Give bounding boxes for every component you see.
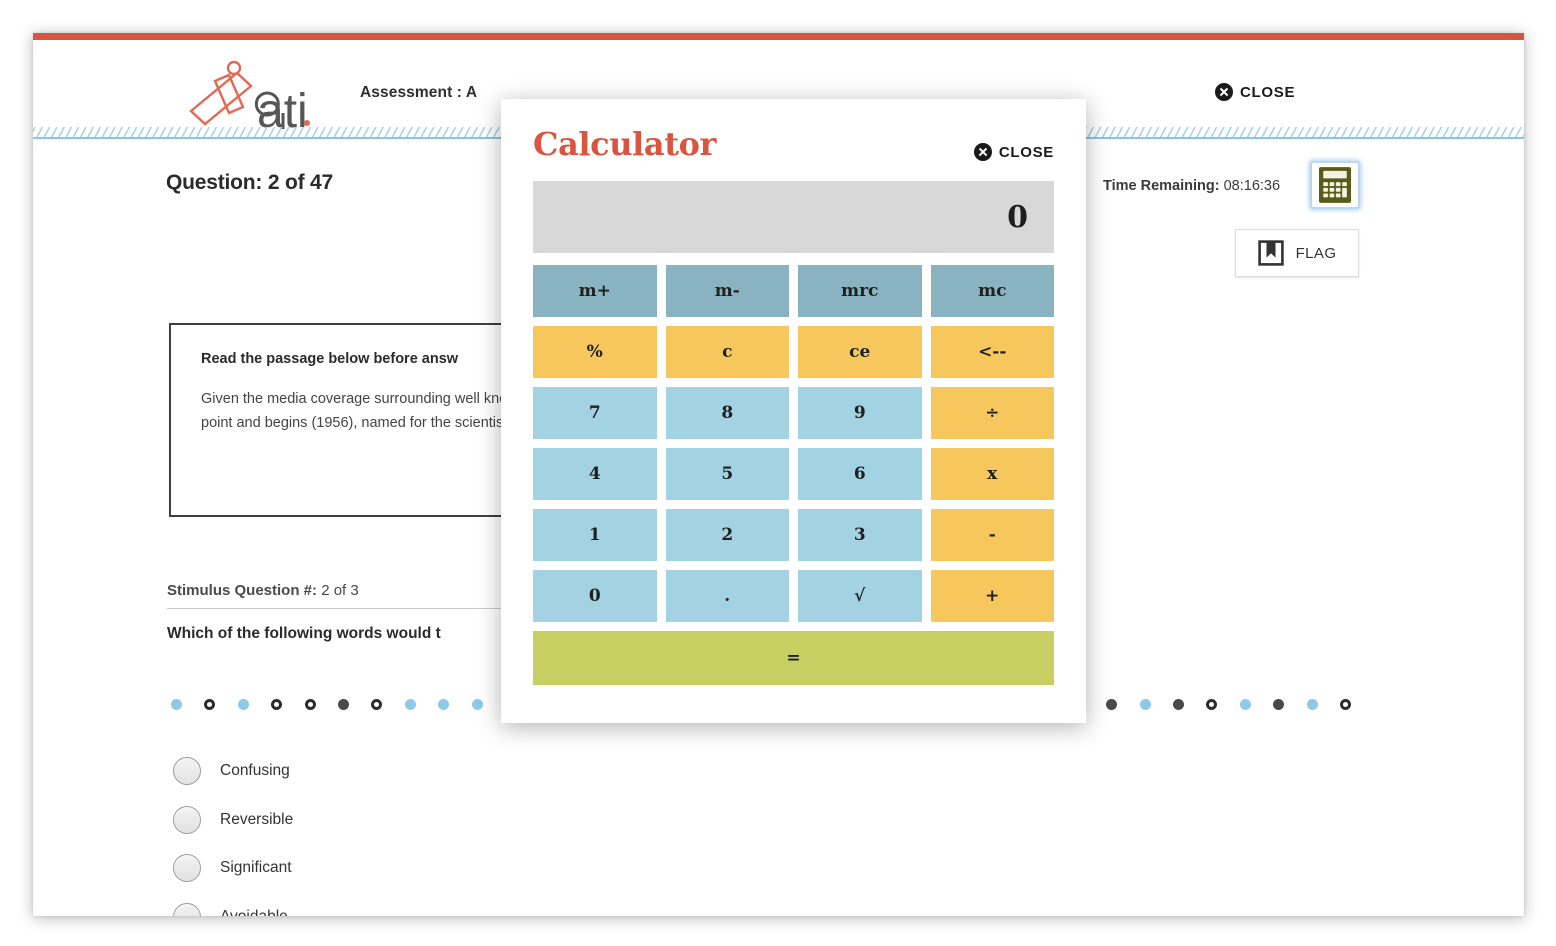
calc-key-+[interactable]: +	[930, 570, 1054, 622]
radio-button[interactable]	[173, 805, 201, 834]
calc-key-ce[interactable]: ce	[798, 326, 922, 378]
calculator-title: Calculator	[533, 125, 716, 163]
calc-key-[interactable]: ÷	[930, 387, 1054, 439]
nav-dot-35[interactable]	[1306, 699, 1318, 710]
calculator-modal: Calculator CLOSE 0 m+ m-mrc mc% c ce <-- 7 8 9 ÷ 4…	[501, 99, 1086, 723]
header-close-label: CLOSE	[1240, 83, 1296, 101]
top-accent-bar	[33, 33, 1524, 40]
stimulus-label: Stimulus Question #:	[167, 582, 318, 599]
calculator-keypad: m+ m-mrc mc% c ce <-- 7 8 9 ÷ 4 5 6 x 1 2 3- 0. √ + =	[533, 265, 1054, 685]
calc-key-7[interactable]: 7	[533, 387, 657, 439]
calculator-close-label: CLOSE	[998, 143, 1054, 161]
calc-key-[interactable]: √	[798, 570, 922, 622]
nav-dot-9[interactable]	[438, 699, 450, 710]
answer-label: Reversible	[220, 810, 294, 828]
calculator-close-button[interactable]: CLOSE	[973, 143, 1054, 161]
flag-button[interactable]: FLAG	[1235, 229, 1359, 277]
radio-button[interactable]	[173, 902, 201, 916]
nav-dot-33[interactable]	[1239, 699, 1251, 710]
ati-logo: ati	[185, 55, 315, 138]
answer-label: Confusing	[220, 762, 290, 780]
answer-option-3[interactable]: Significant	[173, 844, 693, 893]
answer-label: Avoidable	[220, 908, 288, 916]
calc-key-9[interactable]: 9	[798, 387, 922, 439]
question-prompt: Which of the following words would t	[167, 625, 441, 642]
assessment-page: ati Assessment : A CLOSE Question: 2 of …	[33, 33, 1524, 916]
radio-button[interactable]	[173, 854, 201, 883]
calc-key-0[interactable]: 0	[533, 570, 657, 622]
calculator-icon	[1319, 167, 1351, 203]
radio-button[interactable]	[173, 757, 201, 786]
calculator-tool-button[interactable]	[1310, 161, 1360, 209]
nav-dot-32[interactable]	[1206, 699, 1218, 710]
calc-key-1[interactable]: 1	[533, 509, 657, 561]
answer-label: Significant	[220, 859, 292, 877]
calc-key-3[interactable]: 3	[798, 509, 922, 561]
time-remaining-value: 08:16:36	[1223, 178, 1281, 194]
calc-key-[interactable]: =	[533, 631, 1054, 685]
bookmark-flag-icon	[1257, 240, 1284, 266]
stimulus-value: 2 of 3	[321, 582, 359, 599]
close-icon	[973, 143, 992, 161]
nav-dot-3[interactable]	[237, 699, 249, 710]
answer-option-2[interactable]: Reversible	[173, 796, 693, 845]
calc-key-c[interactable]: c	[665, 326, 789, 378]
answer-option-4[interactable]: Avoidable	[173, 893, 693, 916]
nav-dot-6[interactable]	[338, 699, 349, 710]
calc-key-m-[interactable]: m-	[665, 265, 789, 317]
nav-dot-2[interactable]	[204, 699, 216, 710]
nav-dot-34[interactable]	[1273, 699, 1285, 710]
header-close-button[interactable]: CLOSE	[1215, 83, 1295, 101]
time-remaining: Time Remaining: 08:16:36	[1103, 178, 1280, 194]
calc-key-[interactable]: %	[533, 326, 657, 378]
nav-dot-30[interactable]	[1139, 699, 1151, 710]
calc-key-m+[interactable]: m+	[533, 265, 657, 317]
nav-dot-10[interactable]	[471, 699, 483, 710]
nav-dot-31[interactable]	[1173, 699, 1184, 710]
answer-option-1[interactable]: Confusing	[173, 747, 693, 796]
time-remaining-label: Time Remaining:	[1103, 178, 1220, 194]
nav-dot-36[interactable]	[1340, 699, 1351, 710]
nav-dot-1[interactable]	[171, 699, 182, 710]
nav-dot-8[interactable]	[404, 699, 416, 710]
calc-key-5[interactable]: 5	[665, 448, 789, 500]
nav-dot-5[interactable]	[304, 699, 316, 710]
question-counter: Question: 2 of 47	[166, 171, 333, 194]
calc-key---[interactable]: <--	[930, 326, 1054, 378]
calc-key-2[interactable]: 2	[665, 509, 789, 561]
answer-options-list: Confusing Reversible Significant Avoidable	[173, 747, 693, 916]
calc-key-4[interactable]: 4	[533, 448, 657, 500]
flag-label: FLAG	[1295, 244, 1337, 262]
calc-key--[interactable]: -	[930, 509, 1054, 561]
calc-key-x[interactable]: x	[930, 448, 1054, 500]
calc-key-8[interactable]: 8	[665, 387, 789, 439]
nav-dot-7[interactable]	[371, 699, 383, 710]
calc-key-[interactable]: .	[665, 570, 789, 622]
nav-dot-4[interactable]	[271, 699, 283, 710]
close-icon	[1215, 83, 1233, 101]
nav-dot-29[interactable]	[1106, 699, 1118, 710]
assessment-title: Assessment : A	[360, 84, 478, 101]
calculator-display: 0	[533, 181, 1054, 253]
calc-key-mrc[interactable]: mrc	[798, 265, 922, 317]
calc-key-6[interactable]: 6	[798, 448, 922, 500]
calc-key-mc[interactable]: mc	[930, 265, 1054, 317]
